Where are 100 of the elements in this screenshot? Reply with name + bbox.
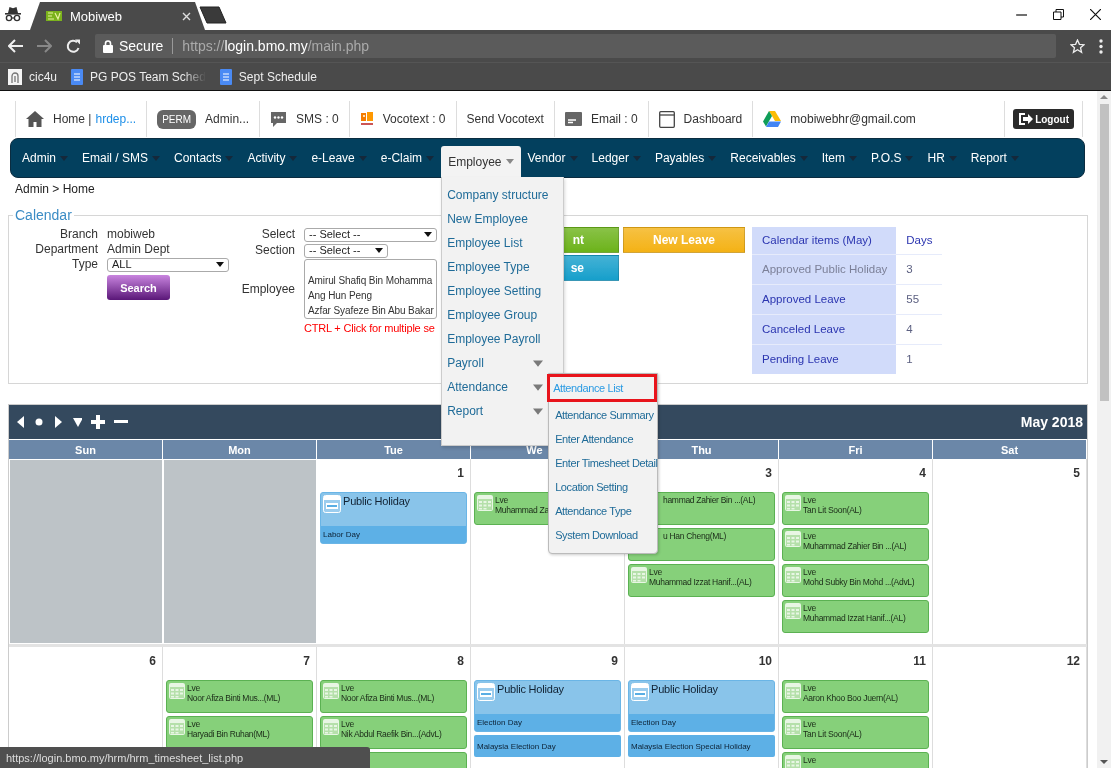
leave-entry[interactable]: Lve Muhammad Zahier Bin ...(AL) <box>782 528 929 561</box>
menu-tab[interactable]: e-Leave <box>304 139 374 177</box>
day-cell[interactable] <box>9 459 163 644</box>
menu-tab[interactable]: e-Claim <box>373 139 442 177</box>
menu-tab[interactable]: Receivables <box>723 139 815 177</box>
menu-tab[interactable]: Admin <box>15 139 75 177</box>
bookmark[interactable]: Sept Schedule <box>219 68 317 85</box>
toolbar-link[interactable]: Vocotext : 0 <box>382 112 446 126</box>
menu-tab[interactable]: Employee <box>441 146 521 177</box>
employee-name: Muhammad Izzat Hanif...(AL) <box>649 577 752 587</box>
submenu-item[interactable]: Attendance Summary <box>549 403 658 427</box>
day-number: 12 <box>1066 654 1080 668</box>
logout-button[interactable]: Logout <box>1013 109 1074 129</box>
leave-type: Lve <box>803 683 816 693</box>
dropdown[interactable]: -- Select -- <box>304 243 388 258</box>
holiday-entry[interactable]: Public Holiday Election Day <box>628 680 775 732</box>
menu-tab[interactable]: Email / SMS <box>75 139 168 177</box>
menu-item[interactable]: Report <box>442 399 548 423</box>
weekday-label: Sat <box>1000 443 1019 456</box>
list-option[interactable]: Amirul Shafiq Bin Mohamma <box>308 273 433 288</box>
new-tab-icon[interactable] <box>199 6 227 24</box>
caret-icon <box>1010 155 1019 161</box>
menu-tab[interactable]: Activity <box>240 139 305 177</box>
menu-item[interactable]: Attendance <box>442 375 548 399</box>
toolbar-link[interactable]: SMS : 0 <box>296 112 339 126</box>
scrollbar[interactable] <box>1097 91 1111 768</box>
submenu-item[interactable]: Enter Timesheet Detail <box>549 451 658 475</box>
home-icon[interactable] <box>26 111 44 127</box>
leave-entry[interactable]: Lve Noor Afiza Binti Mus...(ML) <box>166 680 313 713</box>
url-text[interactable]: https://login.bmo.my/main.php <box>182 38 370 54</box>
leave-type: Lve <box>187 683 200 693</box>
toolbar-link[interactable]: Send Vocotext <box>466 112 544 126</box>
leave-entry[interactable]: Lve Nik Abdul Raefik Bin...(AdvL) <box>320 716 467 749</box>
email-icon[interactable] <box>564 112 582 126</box>
menu-tab[interactable]: Report <box>963 139 1026 177</box>
caret-icon <box>289 155 298 161</box>
maximize-icon[interactable] <box>1053 9 1064 20</box>
menu-tab[interactable]: Contacts <box>167 139 241 177</box>
list-box[interactable]: Amirul Shafiq Bin Mohamma Ang Hun Peng Azfar Syafeze Bin Abu Bakar <box>304 259 437 319</box>
day-number: 3 <box>765 466 772 480</box>
leave-entry[interactable]: Lve Noor Afiza Binti Mus...(ML) <box>320 680 467 713</box>
dropdown[interactable]: -- Select -- <box>304 227 437 242</box>
triangle-logo-icon[interactable] <box>763 111 782 127</box>
leave-entry[interactable]: Lve Tan Lit Soon(AL) <box>782 716 929 749</box>
plus-icon[interactable] <box>91 415 105 429</box>
menu-item[interactable]: Employee Group <box>442 303 548 327</box>
leave-entry[interactable]: Lve Haryadi Bin Ruhan(ML) <box>166 716 313 749</box>
menu-item[interactable]: Company structure <box>442 183 548 207</box>
holiday-entry[interactable]: Public Holiday Labor Day <box>320 492 467 544</box>
holiday-note[interactable]: Malaysia Election Special Holiday <box>628 735 775 757</box>
home-link[interactable]: Home | <box>53 112 92 126</box>
previous-icon[interactable] <box>15 415 25 429</box>
menu-item[interactable]: Employee Setting <box>442 279 548 303</box>
toolbar-link[interactable]: Email : 0 <box>590 112 638 126</box>
leave-entry[interactable]: Lve Muhammad Izzat Hanif...(AL) <box>628 564 775 597</box>
leave-entry[interactable]: Lve Aaron Khoo Boo Juern(AL) <box>782 680 929 713</box>
submenu-item[interactable]: Enter Attendance <box>549 427 658 451</box>
leave-entry[interactable]: Lve Muhammad Izzat Hanif...(AL) <box>782 600 929 633</box>
perm-badge[interactable]: PERM <box>157 109 197 129</box>
user-link[interactable]: hrdep... <box>95 112 137 126</box>
close-icon[interactable] <box>1090 9 1101 20</box>
menu-tab[interactable]: Ledger <box>584 139 648 177</box>
menu-icon[interactable] <box>1099 38 1103 54</box>
leave-entry[interactable]: Lve Mohd Subky Bin Mohd ...(AdvL) <box>782 564 929 597</box>
reload-icon[interactable] <box>66 38 81 54</box>
day-cell[interactable] <box>163 459 317 644</box>
menu-item[interactable]: Payroll <box>442 351 548 375</box>
toolbar-link[interactable]: Dashboard <box>683 112 743 126</box>
app-logo-icon[interactable] <box>359 112 374 126</box>
field-label: Employee <box>241 281 295 297</box>
address-bar[interactable]: Secure https://login.bmo.my/main.php <box>95 34 1056 58</box>
menu-tab[interactable]: Payables <box>647 139 724 177</box>
leave-type: Lve <box>495 495 508 505</box>
browser-tab[interactable]: Mobiweb <box>30 2 205 30</box>
holiday-note[interactable]: Malaysia Election Day <box>474 735 621 757</box>
list-option[interactable]: Ang Hun Peng <box>308 288 372 303</box>
search-button[interactable]: Search <box>107 275 170 300</box>
forward-icon[interactable] <box>37 39 52 53</box>
menu-tab[interactable]: Item <box>814 139 864 177</box>
caret-icon[interactable] <box>72 415 82 429</box>
toolbar-link[interactable]: mobiwebhr@gmail.com <box>790 112 916 126</box>
menu-item[interactable]: Employee Payroll <box>442 327 548 351</box>
leave-entry[interactable]: Lve <box>782 752 929 768</box>
next-icon[interactable] <box>53 415 63 429</box>
chat-icon[interactable] <box>270 110 288 128</box>
day-number: 4 <box>919 466 926 480</box>
scrollbar-thumb[interactable] <box>1099 104 1109 401</box>
window-icon[interactable] <box>658 110 675 128</box>
back-icon[interactable] <box>8 39 23 53</box>
list-option[interactable]: Azfar Syafeze Bin Abu Bakar <box>308 303 434 318</box>
menu-tab[interactable]: HR <box>920 139 964 177</box>
leave-entry[interactable]: Lve Tan Lit Soon(AL) <box>782 492 929 525</box>
star-icon[interactable] <box>1070 38 1085 54</box>
user-menu[interactable]: Admin... <box>205 112 250 126</box>
menu-tab[interactable]: Vendor <box>520 139 585 177</box>
dropdown[interactable]: ALL <box>107 257 229 272</box>
bookmark[interactable]: cic4u <box>8 68 57 85</box>
menu-tab[interactable]: P.O.S <box>864 139 921 177</box>
incognito-icon <box>4 6 22 22</box>
holiday-entry[interactable]: Public Holiday Election Day <box>474 680 621 732</box>
